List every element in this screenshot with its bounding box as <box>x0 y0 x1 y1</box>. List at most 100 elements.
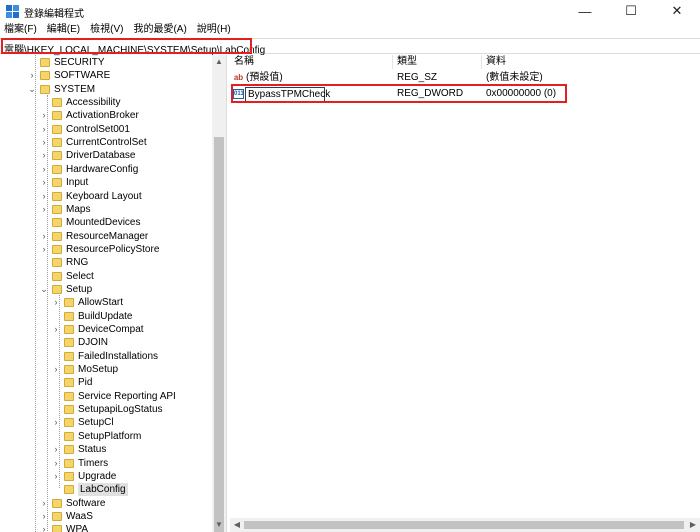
tree-item[interactable]: › ResourceManager <box>0 230 212 243</box>
tree-item[interactable]: › Timers <box>0 457 212 470</box>
scroll-left-icon[interactable]: ◀ <box>230 518 244 532</box>
tree-item[interactable]: › WPA <box>0 523 212 532</box>
tree-item-label: ResourcePolicyStore <box>66 243 160 255</box>
tree-item[interactable]: › Status <box>0 443 212 456</box>
maximize-button[interactable]: ☐ <box>608 0 654 22</box>
tree-item[interactable]: DJOIN <box>0 336 212 349</box>
tree-item[interactable]: › ActivationBroker <box>0 109 212 122</box>
chevron-right-icon[interactable]: › <box>52 416 60 429</box>
tree-item[interactable]: ⌄ SYSTEM <box>0 83 212 96</box>
tree-item[interactable]: › Keyboard Layout <box>0 190 212 203</box>
chevron-down-icon[interactable]: ⌄ <box>40 283 48 296</box>
scroll-right-icon[interactable]: ▶ <box>686 518 700 532</box>
chevron-right-icon[interactable]: › <box>40 510 48 523</box>
close-button[interactable]: ✕ <box>654 0 700 22</box>
chevron-down-icon[interactable]: ⌄ <box>28 83 36 96</box>
chevron-right-icon[interactable]: › <box>40 109 48 122</box>
tree-item[interactable]: › CurrentControlSet <box>0 136 212 149</box>
tree-item[interactable]: › SOFTWARE <box>0 69 212 82</box>
chevron-right-icon[interactable]: › <box>40 243 48 256</box>
tree-item[interactable]: Service Reporting API <box>0 390 212 403</box>
tree-item-label: AllowStart <box>78 297 124 309</box>
tree-item[interactable]: Accessibility <box>0 96 212 109</box>
value-type: REG_SZ <box>397 72 438 83</box>
menu-view[interactable]: 檢視(V) <box>85 22 128 38</box>
chevron-right-icon[interactable]: › <box>40 230 48 243</box>
tree-item[interactable]: MountedDevices <box>0 216 212 229</box>
chevron-right-icon[interactable]: › <box>40 497 48 510</box>
folder-icon <box>64 325 74 334</box>
chevron-right-icon[interactable]: › <box>40 149 48 162</box>
tree-item[interactable]: SECURITY <box>0 56 212 69</box>
scroll-up-icon[interactable]: ▲ <box>212 55 226 69</box>
chevron-right-icon[interactable]: › <box>52 296 60 309</box>
list-horizontal-scrollbar[interactable]: ◀ ▶ <box>230 518 700 532</box>
tree-item[interactable]: BuildUpdate <box>0 310 212 323</box>
chevron-right-icon[interactable]: › <box>52 363 60 376</box>
chevron-right-icon[interactable]: › <box>40 176 48 189</box>
tree-item[interactable]: SetupapiLogStatus <box>0 403 212 416</box>
menu-help[interactable]: 說明(H) <box>192 22 236 38</box>
column-header-name[interactable]: 名稱 <box>230 55 392 69</box>
tree-item[interactable]: LabConfig <box>0 483 212 497</box>
tree-item[interactable]: › DeviceCompat <box>0 323 212 336</box>
chevron-right-icon[interactable]: › <box>40 190 48 203</box>
folder-icon <box>52 284 62 294</box>
column-header-type[interactable]: 類型 <box>393 55 481 69</box>
tree-item[interactable]: › MoSetup <box>0 363 212 376</box>
folder-icon <box>52 164 62 174</box>
tree-item-label: SetupapiLogStatus <box>78 404 163 416</box>
tree-item[interactable]: › WaaS <box>0 510 212 523</box>
tree-item-label: WPA <box>66 524 89 532</box>
tree-item[interactable]: › ControlSet001 <box>0 123 212 136</box>
folder-icon <box>52 138 62 148</box>
tree-item[interactable]: SetupPlatform <box>0 430 212 443</box>
tree-vertical-scrollbar[interactable]: ▲ ▼ <box>212 55 226 532</box>
tree-item[interactable]: › Upgrade <box>0 470 212 483</box>
title-bar: 登錄編輯程式 — ☐ ✕ <box>0 0 700 22</box>
tree-item[interactable]: FailedInstallations <box>0 350 212 363</box>
chevron-right-icon[interactable]: › <box>40 523 48 532</box>
tree-item-label: MoSetup <box>78 364 119 376</box>
tree-item[interactable]: Pid <box>0 376 212 389</box>
chevron-right-icon[interactable]: › <box>28 69 36 82</box>
tree-scroll-thumb[interactable] <box>214 137 224 532</box>
chevron-right-icon[interactable]: › <box>40 163 48 176</box>
menu-favorites[interactable]: 我的最愛(A) <box>128 22 191 38</box>
tree-item[interactable]: › AllowStart <box>0 296 212 309</box>
minimize-button[interactable]: — <box>562 0 608 22</box>
tree-item[interactable]: › Software <box>0 497 212 510</box>
chevron-right-icon[interactable]: › <box>52 443 60 456</box>
column-header-data[interactable]: 資料 <box>482 55 682 69</box>
folder-icon <box>52 111 62 121</box>
tree-item-label: DeviceCompat <box>78 324 144 335</box>
tree-item[interactable]: › SetupCl <box>0 416 212 429</box>
chevron-right-icon[interactable]: › <box>40 203 48 216</box>
value-row-default[interactable]: ab (預設值) REG_SZ (數值未設定) <box>230 71 700 85</box>
value-list[interactable]: 名稱 類型 資料 ab (預設值) REG_SZ (數值未設定) 011 Byp… <box>230 55 700 532</box>
chevron-right-icon[interactable]: › <box>40 123 48 136</box>
tree-item[interactable]: › HardwareConfig <box>0 163 212 176</box>
folder-icon <box>64 338 74 348</box>
tree-item-label: DriverDatabase <box>66 150 136 162</box>
menu-edit[interactable]: 編輯(E) <box>42 22 85 38</box>
tree-item[interactable]: › ResourcePolicyStore <box>0 243 212 256</box>
tree-item-label: Service Reporting API <box>78 390 176 402</box>
chevron-right-icon[interactable]: › <box>52 457 60 470</box>
menu-file[interactable]: 檔案(F) <box>0 22 42 38</box>
list-scroll-thumb[interactable] <box>244 521 684 529</box>
chevron-right-icon[interactable]: › <box>52 470 60 483</box>
tree-item[interactable]: › Input <box>0 176 212 189</box>
tree-item[interactable]: RNG <box>0 256 212 269</box>
tree-item[interactable]: Select <box>0 270 212 283</box>
tree-item[interactable]: › Maps <box>0 203 212 216</box>
key-tree[interactable]: SECURITY › SOFTWARE ⌄ SYSTEM Accessibility › Ac… <box>0 55 226 532</box>
chevron-right-icon[interactable]: › <box>40 136 48 149</box>
scroll-down-icon[interactable]: ▼ <box>212 518 226 532</box>
tree-item-label: WaaS <box>66 510 93 522</box>
chevron-right-icon[interactable]: › <box>52 323 60 336</box>
tree-item[interactable]: ⌄ Setup <box>0 283 212 296</box>
folder-icon <box>64 418 74 428</box>
tree-item[interactable]: › DriverDatabase <box>0 149 212 162</box>
folder-icon <box>64 431 74 441</box>
